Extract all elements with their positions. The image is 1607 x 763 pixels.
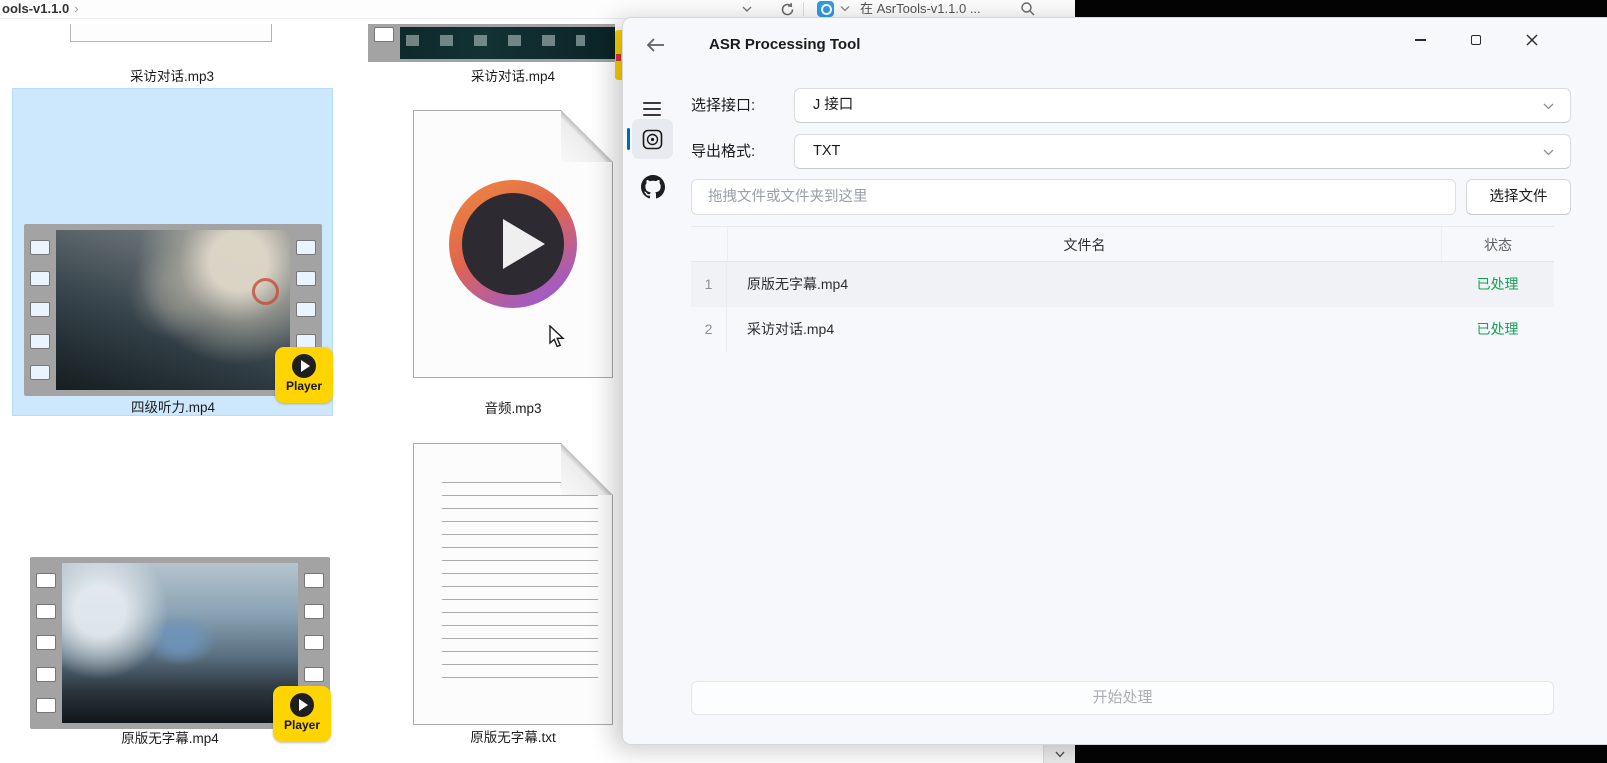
choose-file-button[interactable]: 选择文件	[1466, 179, 1571, 215]
col-filename: 文件名	[727, 227, 1441, 261]
col-status: 状态	[1441, 227, 1554, 261]
mouse-cursor	[548, 325, 568, 349]
address-dropdown-icon[interactable]	[741, 2, 753, 16]
file-icon-yuanban-txt[interactable]	[413, 443, 613, 725]
close-icon	[1526, 34, 1538, 46]
asr-window: ASR Processing Tool 选择接口: J 接口 导出格	[622, 17, 1607, 745]
minimize-icon	[1415, 39, 1426, 41]
video-thumbnail-mountain	[56, 230, 290, 390]
menu-button[interactable]	[643, 102, 661, 121]
chevron-down-icon	[1543, 149, 1554, 156]
filmstrip-hole	[374, 27, 394, 42]
chevron-down-icon	[1543, 103, 1554, 110]
status-badge: 已处理	[1441, 262, 1554, 307]
play-icon	[292, 354, 316, 378]
table-row[interactable]: 2 采访对话.mp4 已处理	[691, 307, 1554, 352]
play-icon	[290, 693, 314, 717]
player-badge-label: Player	[275, 379, 333, 393]
file-icon-caifang-mp4[interactable]	[368, 24, 615, 62]
row-filename: 采访对话.mp4	[727, 307, 1441, 352]
close-button[interactable]	[1515, 28, 1549, 52]
record-icon	[642, 129, 663, 150]
search-input[interactable]: 在 AsrTools-v1.1.0 ...	[860, 0, 981, 18]
search-filter-chevron-icon[interactable]	[840, 5, 850, 13]
video-thumbnail-police	[62, 563, 298, 723]
video-thumbnail	[400, 27, 615, 59]
window-title: ASR Processing Tool	[709, 36, 860, 53]
table-header: 文件名 状态	[691, 226, 1554, 262]
search-app-icon[interactable]	[817, 1, 834, 17]
file-label-caifang-mp4[interactable]: 采访对话.mp4	[403, 65, 623, 85]
text-lines	[442, 482, 598, 690]
file-icon-yinpin-mp3[interactable]	[413, 110, 613, 378]
toolbar-divider	[803, 2, 804, 16]
row-filename: 原版无字幕.mp4	[727, 262, 1441, 307]
back-button[interactable]	[645, 35, 667, 55]
file-label-yuanban-mp4[interactable]: 原版无字幕.mp4	[60, 727, 280, 747]
audio-play-icon	[449, 180, 577, 308]
github-icon	[641, 175, 665, 199]
table-row[interactable]: 1 原版无字幕.mp4 已处理	[691, 262, 1554, 307]
start-processing-button[interactable]: 开始处理	[691, 681, 1554, 715]
format-select[interactable]: TXT	[794, 134, 1571, 169]
refresh-icon[interactable]	[780, 2, 795, 17]
format-value: TXT	[813, 143, 840, 159]
file-drop-input[interactable]: 拖拽文件或文件夹到这里	[691, 179, 1456, 215]
interface-label: 选择接口:	[691, 88, 755, 123]
row-number: 1	[691, 262, 727, 307]
interface-value: J 接口	[813, 97, 853, 113]
sidebar-item-github[interactable]	[641, 175, 665, 199]
filmstrip-left	[30, 557, 62, 729]
screen: ools-v1.1.0 › 在 AsrTools-v1.1.0 ... 采访对话.…	[0, 0, 1607, 763]
player-badge-label: Player	[273, 718, 331, 732]
sidebar-item-asr[interactable]	[632, 119, 673, 159]
minimize-button[interactable]	[1403, 28, 1437, 52]
scrollbar-down-button[interactable]	[1043, 745, 1075, 763]
annotation-circle	[252, 278, 279, 305]
breadcrumb-chevron-icon: ›	[74, 1, 78, 16]
file-label-yuanban-txt[interactable]: 原版无字幕.txt	[403, 726, 623, 746]
search-icon[interactable]	[1020, 1, 1036, 17]
player-badge: Player	[273, 686, 331, 742]
file-label-yinpin-mp3[interactable]: 音频.mp3	[403, 397, 623, 417]
status-badge: 已处理	[1441, 307, 1554, 352]
filmstrip-left	[24, 224, 56, 396]
sidebar-active-indicator	[627, 128, 630, 150]
breadcrumb[interactable]: ools-v1.1.0 ›	[2, 0, 79, 18]
interface-select[interactable]: J 接口	[794, 88, 1571, 123]
file-icon-caifang-mp3[interactable]	[70, 24, 272, 42]
breadcrumb-text: ools-v1.1.0	[2, 1, 69, 16]
player-badge: Player	[275, 347, 333, 403]
maximize-icon	[1471, 35, 1481, 45]
file-label-siji-mp4[interactable]: 四级听力.mp4	[63, 396, 283, 416]
file-label-caifang-mp3[interactable]: 采访对话.mp3	[62, 65, 282, 85]
format-label: 导出格式:	[691, 134, 755, 169]
file-table: 文件名 状态 1 原版无字幕.mp4 已处理 2 采访对话.mp4 已处理	[691, 226, 1554, 352]
chevron-down-icon	[1055, 751, 1065, 758]
row-number: 2	[691, 307, 727, 352]
maximize-button[interactable]	[1459, 28, 1493, 52]
